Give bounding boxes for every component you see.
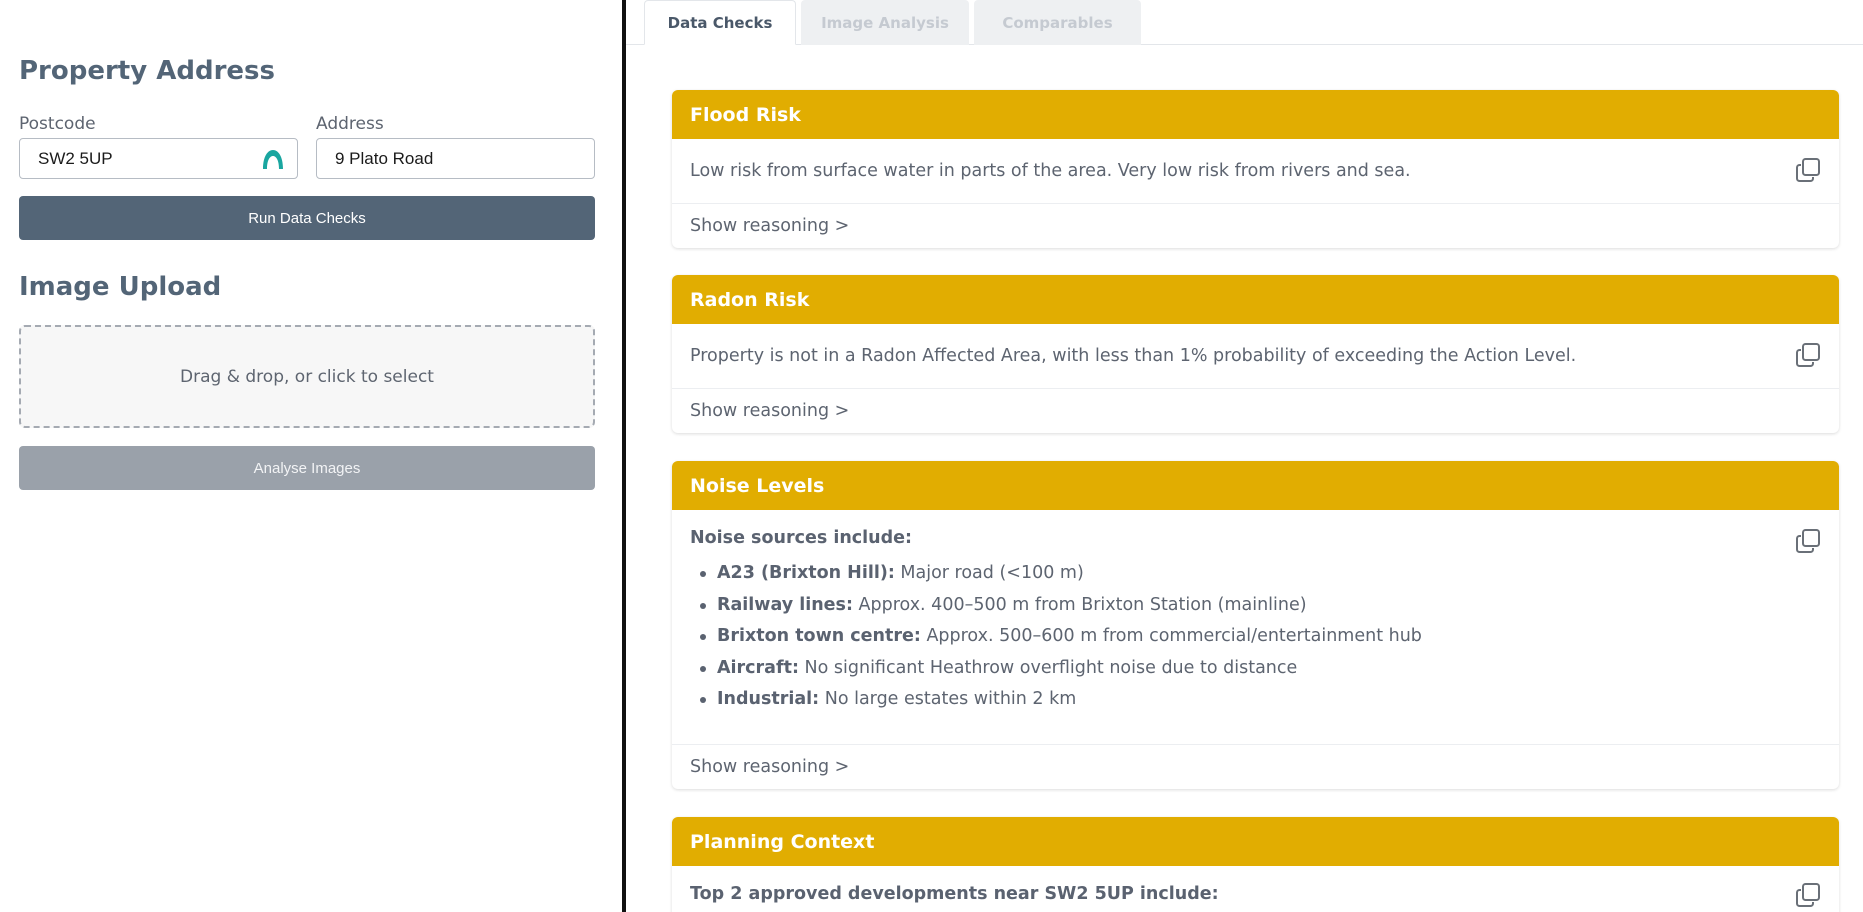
radon-risk-body: Property is not in a Radon Affected Area… [672, 324, 1839, 388]
planning-context-body: Top 2 approved developments near SW2 5UP… [672, 866, 1839, 907]
noise-item-label: Aircraft: [717, 657, 799, 678]
planning-context-card: Planning Context Top 2 approved developm… [672, 817, 1839, 912]
noise-levels-card: Noise Levels Noise sources include: A23 … [672, 461, 1839, 789]
planning-context-title: Planning Context [672, 817, 1839, 866]
radon-risk-text: Property is not in a Radon Affected Area… [690, 346, 1577, 366]
address-value: 9 Plato Road [335, 148, 434, 168]
radon-risk-show-reasoning[interactable]: Show reasoning > [672, 388, 1839, 433]
noise-intro: Noise sources include: [690, 528, 913, 548]
noise-item-text: Approx. 400–500 m from Brixton Station (… [852, 594, 1307, 615]
dropzone-text: Drag & drop, or click to select [180, 366, 434, 387]
list-item: Railway lines: Approx. 400–500 m from Br… [690, 590, 1769, 622]
noise-item-text: No significant Heathrow overflight noise… [798, 657, 1298, 678]
analyse-images-button[interactable]: Analyse Images [19, 446, 595, 490]
flood-risk-card: Flood Risk Low risk from surface water i… [672, 90, 1839, 248]
noise-item-text: Approx. 500–600 m from commercial/entert… [920, 626, 1422, 646]
teal-arch-icon[interactable] [261, 148, 285, 170]
list-item: A23 (Brixton Hill): Major road (<100 m) [690, 558, 1769, 590]
list-item: Industrial: No large estates within 2 km [690, 684, 1769, 716]
flood-risk-title: Flood Risk [672, 90, 1839, 139]
run-data-checks-button[interactable]: Run Data Checks [19, 196, 595, 240]
copy-icon[interactable] [1795, 528, 1821, 554]
flood-risk-body: Low risk from surface water in parts of … [672, 139, 1839, 203]
postcode-input[interactable]: SW2 5UP [19, 138, 298, 179]
noise-levels-title: Noise Levels [672, 461, 1839, 510]
property-address-heading: Property Address [19, 56, 275, 86]
copy-icon[interactable] [1795, 157, 1821, 183]
address-input[interactable]: 9 Plato Road [316, 138, 595, 179]
copy-icon[interactable] [1795, 882, 1821, 908]
flood-risk-text: Low risk from surface water in parts of … [690, 161, 1411, 181]
tab-bar: Data Checks Image Analysis Comparables [626, 0, 1863, 45]
image-dropzone[interactable]: Drag & drop, or click to select [19, 325, 595, 428]
postcode-value: SW2 5UP [38, 148, 113, 168]
noise-item-label: Brixton town centre: [717, 626, 921, 646]
noise-item-label: Railway lines: [717, 594, 853, 615]
flood-risk-show-reasoning[interactable]: Show reasoning > [672, 203, 1839, 248]
tab-image-analysis[interactable]: Image Analysis [801, 0, 969, 45]
copy-icon[interactable] [1795, 342, 1821, 368]
right-panel: Data Checks Image Analysis Comparables F… [626, 0, 1863, 912]
list-item: Brixton town centre: Approx. 500–600 m f… [690, 621, 1769, 653]
image-upload-heading: Image Upload [19, 272, 222, 302]
radon-risk-card: Radon Risk Property is not in a Radon Af… [672, 275, 1839, 433]
planning-intro: Top 2 approved developments near SW2 5UP… [690, 884, 1219, 904]
noise-item-text: No large estates within 2 km [819, 689, 1077, 709]
left-panel: Property Address Postcode SW2 5UP Addres… [0, 0, 622, 912]
address-label: Address [316, 114, 384, 134]
noise-levels-show-reasoning[interactable]: Show reasoning > [672, 744, 1839, 789]
noise-list: A23 (Brixton Hill): Major road (<100 m) … [690, 558, 1769, 716]
noise-item-label: Industrial: [717, 689, 820, 709]
noise-item-label: A23 (Brixton Hill): [717, 563, 895, 583]
list-item: Aircraft: No significant Heathrow overfl… [690, 653, 1769, 685]
tab-data-checks[interactable]: Data Checks [644, 0, 796, 45]
radon-risk-title: Radon Risk [672, 275, 1839, 324]
noise-levels-body: Noise sources include: A23 (Brixton Hill… [672, 510, 1839, 744]
postcode-label: Postcode [19, 114, 96, 134]
noise-item-text: Major road (<100 m) [894, 563, 1084, 583]
tab-comparables[interactable]: Comparables [974, 0, 1141, 45]
